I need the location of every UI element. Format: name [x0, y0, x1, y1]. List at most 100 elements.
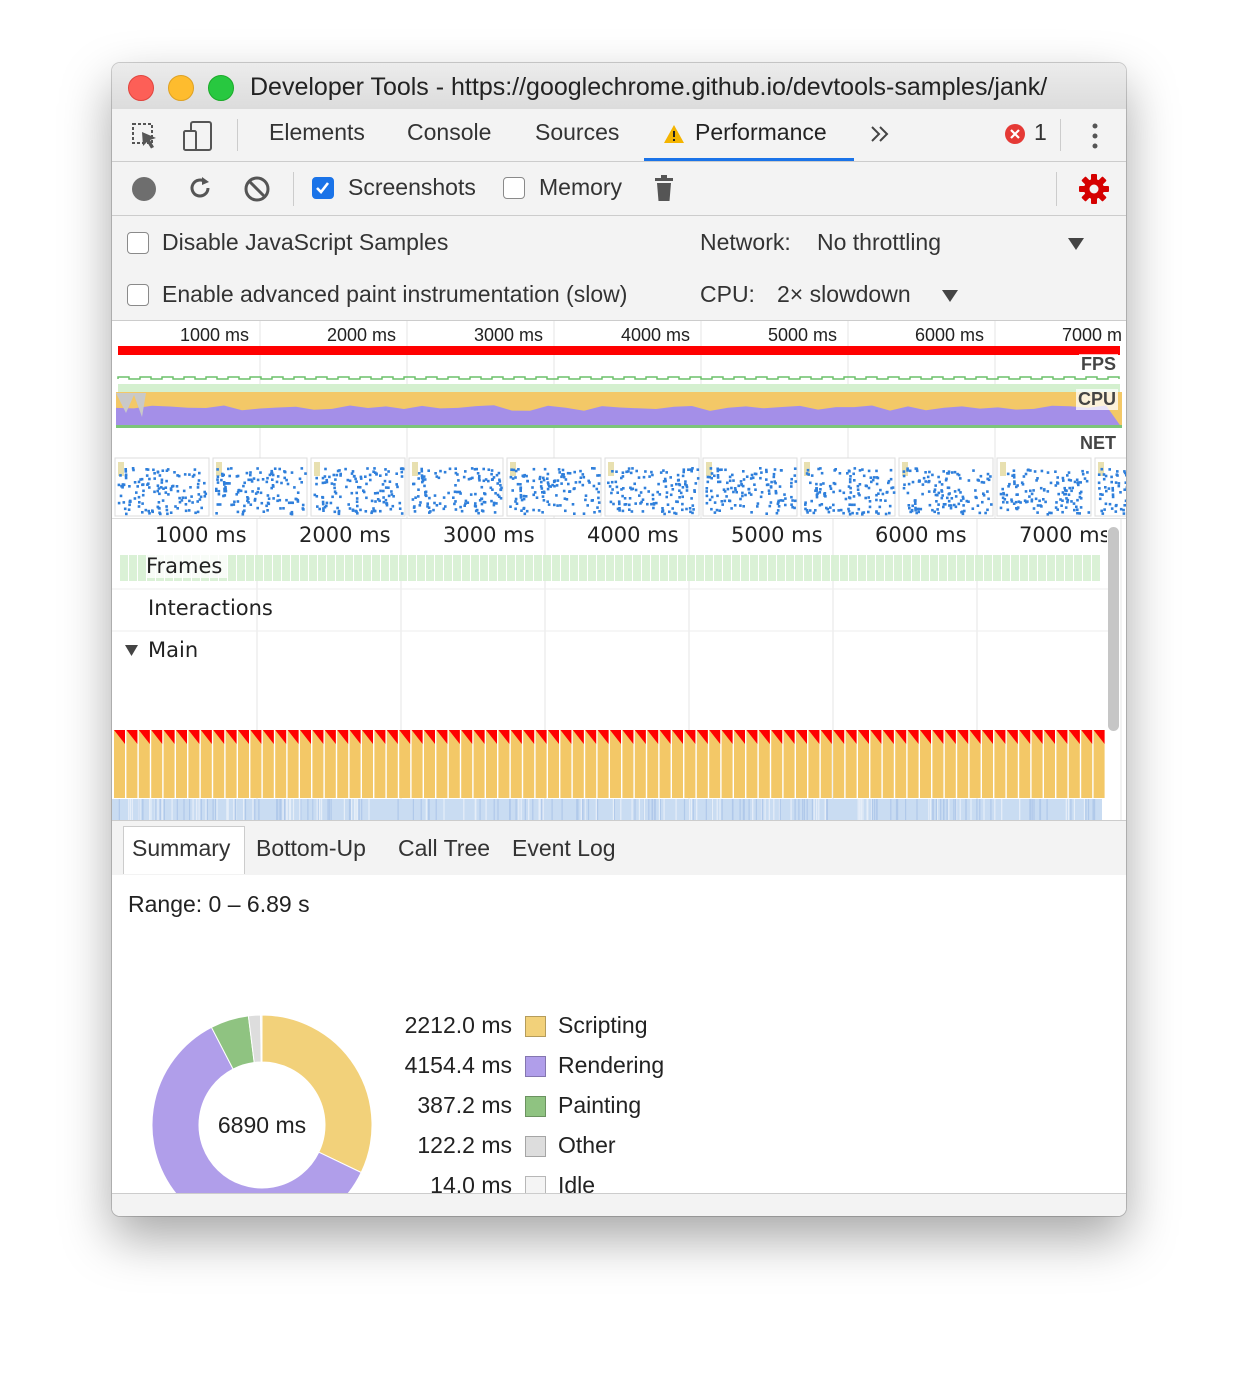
screenshot-dot	[191, 501, 194, 504]
screenshot-dot	[217, 489, 221, 493]
animation-frame-slice	[354, 799, 356, 821]
frame-block	[615, 555, 623, 581]
frame-block	[1029, 555, 1037, 581]
frame-block	[903, 555, 911, 581]
screenshot-dot	[418, 504, 422, 507]
frame-block	[408, 555, 416, 581]
animation-frame-slice	[244, 799, 247, 821]
cpu-rendering-area	[116, 405, 1122, 428]
cpu-throttling-select[interactable]: 2× slowdown	[777, 281, 911, 308]
screenshot-dot	[748, 491, 751, 495]
minimize-window-button[interactable]	[168, 75, 194, 101]
screenshot-dot	[957, 473, 961, 477]
close-window-button[interactable]	[128, 75, 154, 101]
main-expand-triangle-icon[interactable]	[124, 644, 139, 662]
tab-call-tree[interactable]: Call Tree	[398, 835, 490, 862]
zoom-window-button[interactable]	[208, 75, 234, 101]
advanced-paint-checkbox[interactable]	[127, 284, 149, 306]
performance-toolbar: Screenshots Memory	[112, 162, 1126, 216]
network-dropdown-arrow-icon[interactable]	[1067, 237, 1085, 256]
screenshot-dot	[914, 502, 917, 505]
network-throttling-select[interactable]: No throttling	[817, 229, 941, 256]
cpu-dropdown-arrow-icon[interactable]	[941, 289, 959, 308]
screenshot-dot	[741, 494, 744, 498]
screenshot-dot	[495, 502, 498, 505]
screenshot-dot	[566, 471, 570, 475]
screenshot-dot	[496, 482, 499, 485]
screenshot-dot	[156, 484, 160, 487]
screenshot-dot	[927, 479, 931, 483]
screenshot-dot	[381, 483, 385, 486]
screenshot-dot	[510, 468, 513, 471]
tab-bottom-up[interactable]: Bottom-Up	[256, 835, 366, 862]
frame-block	[489, 555, 497, 581]
screenshot-dot	[125, 512, 128, 516]
screenshot-dot	[196, 482, 200, 486]
screenshot-dot	[351, 470, 355, 473]
screenshot-dot	[196, 486, 200, 489]
screenshot-dot	[232, 503, 236, 506]
screenshot-dot	[611, 470, 614, 473]
screenshot-dot	[1061, 491, 1065, 494]
screenshot-dot	[1026, 500, 1029, 503]
screenshot-dot	[858, 469, 862, 472]
screenshot-dot	[639, 491, 643, 494]
screenshot-dot	[790, 485, 793, 488]
more-options-icon[interactable]	[1090, 121, 1100, 156]
frame-block	[606, 555, 614, 581]
animation-frame-slice	[118, 799, 120, 821]
error-icon[interactable]	[1005, 124, 1025, 149]
function-call	[684, 765, 696, 798]
screenshot-dot	[124, 470, 128, 473]
memory-checkbox[interactable]	[503, 177, 525, 199]
more-tabs-chevron-icon[interactable]	[869, 124, 891, 149]
tab-summary[interactable]: Summary	[132, 835, 230, 862]
screenshot-dot	[815, 487, 818, 490]
screenshot-dot	[608, 485, 612, 488]
tab-event-log[interactable]: Event Log	[512, 835, 616, 862]
record-button[interactable]	[131, 176, 157, 207]
tab-elements[interactable]: Elements	[269, 119, 365, 146]
error-count[interactable]: 1	[1034, 119, 1047, 146]
screenshot-dot	[256, 467, 259, 470]
screenshots-checkbox[interactable]	[312, 177, 334, 199]
capture-settings-gear-icon[interactable]	[1078, 173, 1110, 210]
animation-frame-slice	[128, 799, 130, 821]
screenshot-dot	[375, 472, 378, 475]
screenshot-dot	[902, 486, 906, 490]
screenshot-dot	[304, 472, 307, 475]
screenshot-dot	[765, 478, 768, 481]
trash-icon[interactable]	[652, 174, 676, 207]
animation-frame-slice	[932, 799, 934, 821]
timeline-overview[interactable]: 1000 ms 2000 ms 3000 ms 4000 ms 5000 ms …	[112, 321, 1126, 518]
screenshot-dot	[275, 480, 279, 484]
tab-console[interactable]: Console	[407, 119, 491, 146]
frame-block	[264, 555, 272, 581]
frames-track-label[interactable]: Frames	[146, 554, 229, 578]
main-track-label[interactable]: Main	[148, 638, 198, 662]
tab-performance[interactable]: Performance	[695, 119, 827, 146]
animation-frame-slice	[803, 799, 805, 821]
screenshot-dot	[950, 497, 954, 500]
function-call	[548, 765, 559, 798]
inspect-element-icon[interactable]	[130, 121, 160, 156]
animation-frame-slice	[818, 799, 820, 821]
screenshot-dot	[987, 497, 990, 501]
screenshot-dot	[735, 490, 738, 494]
screenshot-dot	[713, 501, 717, 504]
interactions-track-label[interactable]: Interactions	[148, 596, 273, 620]
screenshot-dot	[313, 493, 317, 497]
reload-record-button[interactable]	[187, 175, 213, 206]
tab-sources[interactable]: Sources	[535, 119, 619, 146]
screenshot-dot	[355, 480, 358, 483]
disable-js-samples-checkbox[interactable]	[127, 232, 149, 254]
timeline-scrollbar[interactable]	[1108, 527, 1119, 731]
screenshot-dot	[658, 493, 662, 496]
screenshot-dot	[290, 510, 294, 514]
device-toolbar-icon[interactable]	[182, 120, 216, 157]
flame-chart[interactable]: 1000 ms 2000 ms 3000 ms 4000 ms 5000 ms …	[112, 518, 1126, 821]
clear-icon[interactable]	[243, 175, 271, 208]
frame-block	[705, 555, 713, 581]
screenshot-dot	[753, 472, 757, 476]
screenshot-dot	[615, 485, 619, 489]
